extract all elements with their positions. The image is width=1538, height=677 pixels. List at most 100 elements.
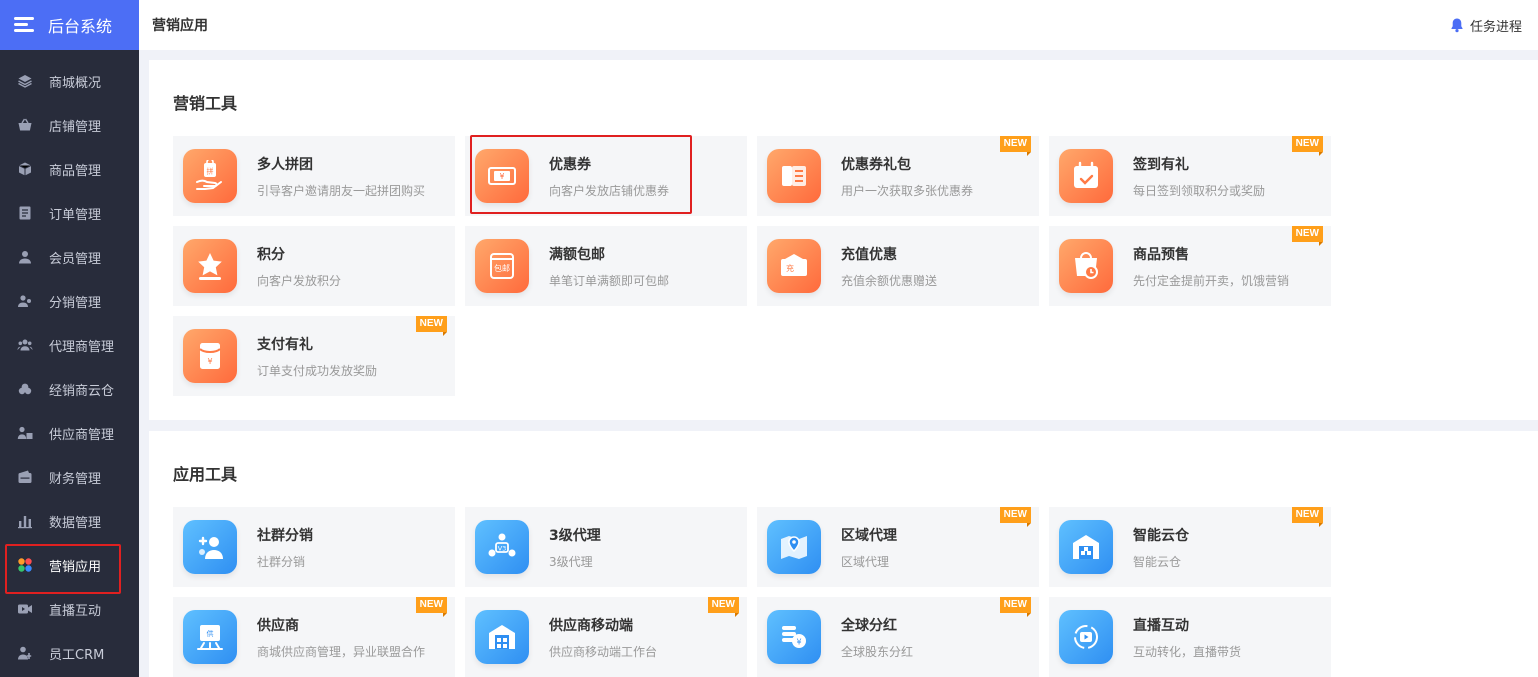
tool-card[interactable]: 智能云仓 智能云仓 NEW [1049,507,1331,587]
users-share-icon [16,293,33,310]
warehouse-icon [1059,520,1113,574]
sidebar-item-label: 分销管理 [49,295,102,311]
tool-card[interactable]: 商品预售 先付定金提前开卖，饥饿营销 NEW [1049,226,1331,306]
svg-text:包邮: 包邮 [494,263,510,273]
svg-text:V3: V3 [498,545,507,553]
tool-card-text: 区域代理 区域代理 [841,525,897,570]
tool-card[interactable]: 直播互动 互动转化，直播带货 [1049,597,1331,677]
tool-card[interactable]: 包邮 满额包邮单笔订单满额即可包邮 [465,226,747,306]
new-badge: NEW [1291,507,1324,527]
free-shipping-icon: 包邮 [475,239,529,293]
bar-chart-icon [16,513,33,530]
marketing-tools-panel: 营销工具 拼多人拼团 引导客户邀请朋友一起拼团购买 ¥ 优惠券 向客户发放店铺优惠券 优惠… [149,60,1538,420]
recharge-icon: 充 [767,239,821,293]
sidebar-item-label: 员工CRM [49,647,105,663]
tool-card[interactable]: 供供应商 商城供应商管理，异业联盟合作 NEW [173,597,455,677]
sidebar-item[interactable]: 员工CRM [0,631,139,675]
presale-icon [1059,239,1113,293]
topbar: 营销应用 任务进程 [139,0,1538,50]
sidebar-item[interactable]: 商品管理 [0,147,139,191]
brand-bar: 后台系统 [0,0,139,50]
tool-card-description: 每日签到领取积分或奖励 [1133,183,1266,198]
menu-icon[interactable] [14,17,34,33]
brand-title: 后台系统 [48,17,113,36]
task-progress-button[interactable]: 任务进程 [1449,16,1522,35]
tool-card[interactable]: 社群分销 社群分销 [173,507,455,587]
tool-card-text: 优惠券 向客户发放店铺优惠券 [549,154,669,199]
coupon-pack-icon [767,149,821,203]
tool-card[interactable]: 签到有礼 每日签到领取积分或奖励 NEW [1049,136,1331,216]
tool-card-text: 支付有礼 订单支付成功发放奖励 [257,334,377,379]
app-tools-panel: 应用工具 社群分销 社群分销 V3 3级代理 3级代理 区域代理 区域代理 NEW 智能云仓 智能… [149,431,1538,677]
tool-card[interactable]: ¥ 支付有礼 订单支付成功发放奖励 NEW [173,316,455,396]
live-play-icon [1059,610,1113,664]
tool-card-text: 全球分红 全球股东分红 [841,615,913,660]
sidebar-item[interactable]: 直播互动 [0,587,139,631]
tool-card-text: 社群分销 社群分销 [257,525,313,570]
tool-card-text: 3级代理 3级代理 [549,525,601,570]
marketing-tools-grid: 拼 多人拼团 引导客户邀请朋友一起拼团购买 ¥ 优惠券 向客户发放店铺优惠券 优惠券礼包 用户… [173,135,1331,396]
tool-card[interactable]: 充 充值优惠 充值余额优惠赠送 [757,226,1039,306]
tool-card-title: 智能云仓 [1133,527,1189,544]
sidebar-item[interactable]: 代理商管理 [0,323,139,367]
sidebar-item-label: 会员管理 [49,251,102,267]
video-icon [16,601,33,618]
sidebar-item[interactable]: 营销应用 [0,543,139,594]
tool-card[interactable]: 供应商移动端 供应商移动端工作台 NEW [465,597,747,677]
sidebar-item-label: 商品管理 [49,163,102,179]
svg-text:充: 充 [786,263,794,273]
sidebar-item[interactable]: 分销管理 [0,279,139,323]
sidebar-item-label: 经销商云仓 [49,383,115,399]
tool-card[interactable]: ¥ 全球分红 全球股东分红 NEW [757,597,1039,677]
tool-card-description: 单笔订单满额即可包邮 [549,273,670,288]
sidebar-item[interactable]: 订单管理 [0,191,139,235]
tool-card-title: 全球分红 [841,617,897,634]
tool-card-text: 供应商 商城供应商管理，异业联盟合作 [257,615,425,660]
tool-card[interactable]: V3 3级代理 3级代理 [465,507,747,587]
tool-card-text: 签到有礼每日签到领取积分或奖励 [1133,154,1265,199]
tool-card[interactable]: 优惠券礼包 用户一次获取多张优惠券 NEW [757,136,1039,216]
tool-card[interactable]: 拼 多人拼团 引导客户邀请朋友一起拼团购买 [173,136,455,216]
sidebar-item[interactable]: 商城概况 [0,59,139,103]
sidebar-item[interactable]: 会员管理 [0,235,139,279]
sidebar-item-label: 供应商管理 [49,427,115,443]
staff-icon [16,645,33,662]
new-badge: NEW [415,316,448,336]
document-icon [16,205,33,222]
tool-card-text: 积分 向客户发放积分 [257,244,341,289]
new-badge: NEW [707,597,740,617]
calendar-check-icon [1059,149,1113,203]
group-buy-icon: 拼 [183,149,237,203]
sidebar-item[interactable]: 数据管理 [0,499,139,543]
apps-icon [16,557,33,574]
task-progress-label: 任务进程 [1469,19,1522,35]
tool-card[interactable]: ¥ 优惠券 向客户发放店铺优惠券 [465,135,747,216]
tool-card-description: 订单支付成功发放奖励 [257,363,378,378]
sidebar-item-label: 营销应用 [49,559,102,575]
sidebar-item-label: 财务管理 [49,471,102,487]
sidebar-item[interactable]: 经销商云仓 [0,367,139,411]
wallet-icon [16,469,33,486]
tool-card-title: 直播互动 [1133,617,1189,634]
tool-card-text: 多人拼团 引导客户邀请朋友一起拼团购买 [257,154,425,199]
tool-card-title: 满额包邮 [549,246,605,263]
app-tools-grid: 社群分销 社群分销 V3 3级代理 3级代理 区域代理 区域代理 NEW 智能云仓 智能云仓 NEW… [173,507,1331,677]
sidebar-item-label: 数据管理 [49,515,102,531]
sidebar-item[interactable]: 店铺管理 [0,103,139,147]
sidebar-item[interactable]: 供应商管理 [0,411,139,455]
tool-card-description: 向客户发放积分 [257,273,342,288]
new-badge: NEW [1291,226,1324,246]
tool-card-title: 社群分销 [257,527,313,544]
svg-text:¥: ¥ [207,357,212,366]
sidebar-item[interactable]: 财务管理 [0,455,139,499]
tool-card-title: 充值优惠 [841,246,897,263]
svg-text:供: 供 [207,629,214,638]
tool-card[interactable]: 积分 向客户发放积分 [173,226,455,306]
svg-text:拼: 拼 [207,167,214,176]
tool-card[interactable]: 区域代理 区域代理 NEW [757,507,1039,587]
supplier-store-icon: 供 [183,610,237,664]
tool-card-text: 直播互动 互动转化，直播带货 [1133,615,1241,660]
red-envelope-icon: ¥ [183,329,237,383]
sidebar-item-label: 订单管理 [49,207,102,223]
tool-card-title: 签到有礼 [1133,156,1189,173]
